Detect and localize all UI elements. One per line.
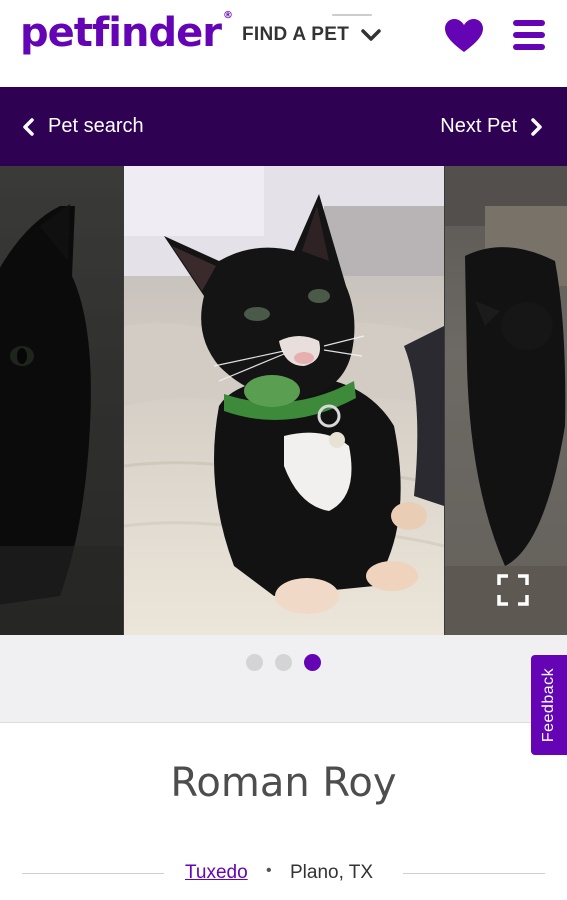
pet-photo-next[interactable] — [445, 166, 567, 635]
chevron-left-icon — [23, 117, 34, 136]
inactive-slide-overlay — [445, 166, 567, 635]
feedback-tab[interactable]: Feedback — [531, 655, 567, 755]
divider-right — [403, 873, 545, 874]
photo-carousel[interactable] — [0, 166, 567, 635]
chevron-down-icon — [361, 29, 381, 41]
registered-mark: ® — [222, 10, 233, 21]
next-pet-link[interactable]: Next Pet — [440, 115, 543, 138]
next-pet-label: Next Pet — [440, 115, 517, 137]
find-a-pet-label: FIND A PET — [242, 24, 350, 45]
hamburger-menu-icon[interactable] — [513, 18, 545, 52]
carousel-dot-2[interactable] — [275, 654, 292, 671]
logo-text: petfinder — [20, 10, 222, 56]
site-header: petfinder ® FIND A PET — [0, 0, 567, 87]
pet-photo-current[interactable] — [124, 166, 444, 635]
breed-link[interactable]: Tuxedo — [185, 862, 248, 884]
inactive-slide-overlay — [0, 166, 123, 635]
petfinder-logo[interactable]: petfinder ® — [20, 10, 233, 56]
pet-location: Plano, TX — [290, 862, 374, 883]
kitten-photo — [124, 166, 444, 635]
divider-left — [22, 873, 164, 874]
pet-search-label: Pet search — [48, 115, 144, 137]
pet-search-back-link[interactable]: Pet search — [22, 115, 144, 138]
pet-meta-row: Tuxedo • Plano, TX — [0, 860, 567, 886]
carousel-dot-1[interactable] — [246, 654, 263, 671]
expand-fullscreen-icon[interactable] — [497, 574, 529, 606]
carousel-pagination — [0, 635, 567, 723]
find-a-pet-menu[interactable]: FIND A PET — [242, 24, 381, 46]
pet-photo-previous[interactable] — [0, 166, 123, 635]
chevron-right-icon — [531, 117, 542, 136]
pet-name-heading: Roman Roy — [170, 760, 397, 806]
heart-icon[interactable] — [444, 18, 484, 54]
feedback-label: Feedback — [540, 667, 557, 743]
scroll-indicator — [332, 14, 372, 16]
meta-separator: • — [266, 862, 272, 879]
pet-navigation-bar: Pet search Next Pet — [0, 87, 567, 166]
carousel-dot-3-active[interactable] — [304, 654, 321, 671]
